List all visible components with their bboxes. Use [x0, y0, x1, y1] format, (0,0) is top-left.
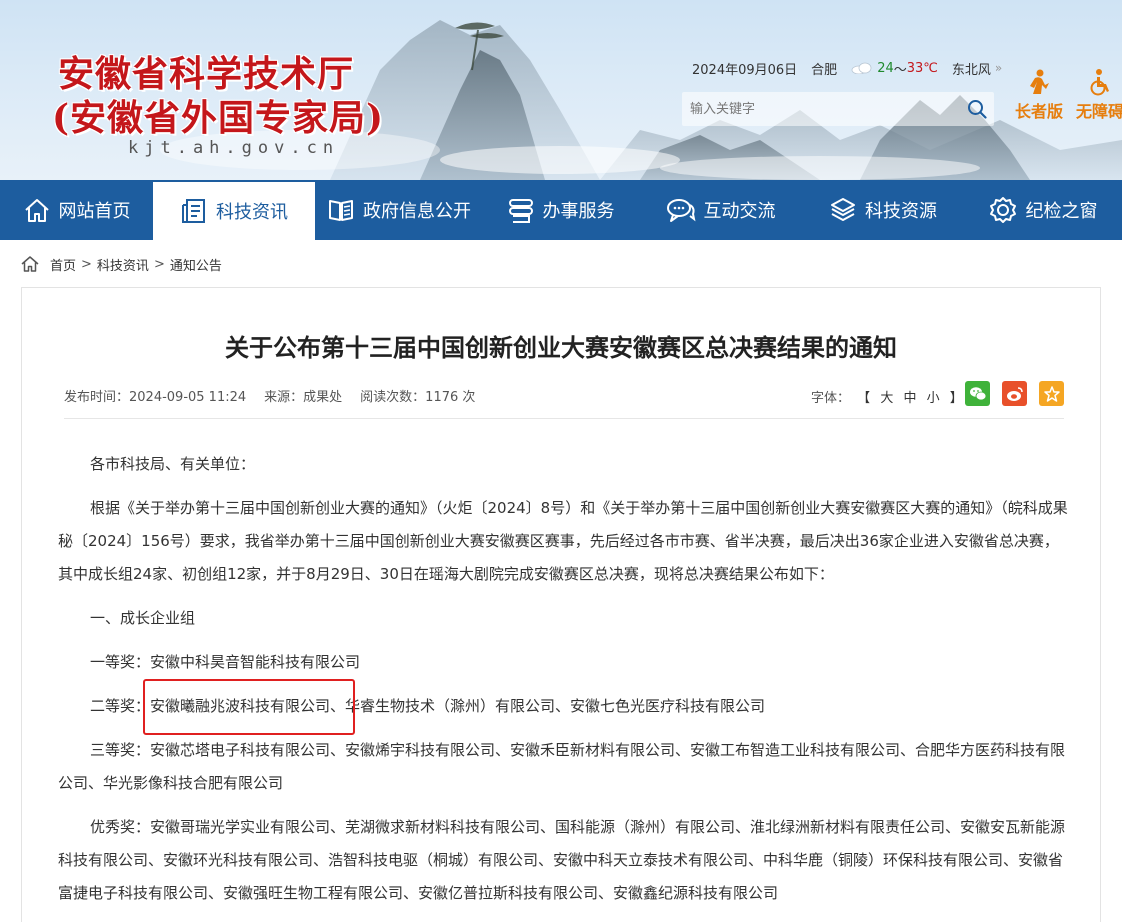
date-text: 2024年09月06日: [692, 62, 798, 78]
main-nav: 网站首页 科技资讯 政府信息公开 办事服务 互动交流 科技资源 纪检之窗: [0, 180, 1122, 240]
accessibility-label: 无障碍: [1076, 102, 1122, 121]
nav-item-services-label: 办事服务: [542, 201, 615, 222]
elder-mode-button[interactable]: 长者版: [1015, 68, 1063, 122]
highlight-annotation-box: [143, 679, 355, 735]
publish-time: 发布时间：2024-09-05 11:24: [64, 389, 247, 405]
nav-item-home-label: 网站首页: [58, 201, 131, 222]
wechat-icon: [969, 386, 986, 400]
meta-divider: [64, 418, 1064, 419]
paragraph-salutation: 各市科技局、有关单位：: [90, 455, 256, 473]
share-buttons: [953, 381, 1064, 406]
font-size-large[interactable]: 大: [880, 391, 893, 406]
font-bracket-open: 【: [857, 391, 871, 406]
nav-item-resources-label: 科技资源: [865, 201, 937, 222]
nav-item-interaction[interactable]: 互动交流: [638, 180, 803, 240]
temp-low: 24: [877, 60, 894, 76]
site-title[interactable]: 安徽省科学技术厅 (安徽省外国专家局): [52, 52, 384, 140]
article-source: 来源：成果处: [264, 389, 343, 405]
site-title-line2: (安徽省外国专家局): [52, 97, 385, 139]
article-title: 关于公布第十三届中国创新创业大赛安徽赛区总决赛结果的通知: [225, 334, 897, 362]
breadcrumb-tech-news-link[interactable]: 科技资讯: [97, 255, 149, 274]
site-title-line1: 安徽省科学技术厅: [58, 53, 355, 95]
nav-item-discipline-label: 纪检之窗: [1025, 201, 1098, 222]
first-prize-line: 一等奖：安徽中科昊音智能科技有限公司: [90, 653, 361, 671]
elder-mode-label: 长者版: [1015, 102, 1064, 121]
nav-item-home[interactable]: 网站首页: [0, 180, 153, 240]
third-prize-line: 三等奖：安徽芯塔电子科技有限公司、安徽烯宇科技有限公司、安徽禾臣新材料有限公司、…: [58, 741, 1066, 792]
article-card: 关于公布第十三届中国创新创业大赛安徽赛区总决赛结果的通知 发布时间：2024-0…: [21, 287, 1101, 922]
breadcrumb-separator: >: [81, 256, 92, 272]
excellence-prize-line: 优秀奖：安徽哥瑞光学实业有限公司、芜湖微求新材料科技有限公司、国科能源（滁州）有…: [58, 818, 1066, 902]
share-wechat-button[interactable]: [965, 381, 990, 406]
paragraph-intro: 根据《关于举办第十三届中国创新创业大赛的通知》（火炬〔2024〕8号）和《关于举…: [58, 499, 1068, 583]
chat-icon: [666, 199, 695, 222]
breadcrumb-separator: >: [153, 256, 165, 272]
breadcrumb-home-icon: [21, 256, 39, 272]
star-icon: [1043, 385, 1060, 402]
city-text: 合肥: [811, 62, 838, 78]
gear-icon: [989, 197, 1016, 223]
nav-item-gov-info-label: 政府信息公开: [363, 201, 471, 222]
search-box: [682, 92, 994, 126]
breadcrumb-home-link[interactable]: 首页: [50, 255, 76, 274]
elder-person-icon: [1030, 69, 1049, 94]
cube-icon: [831, 198, 855, 221]
book-icon: [329, 200, 353, 221]
nav-item-tech-news-label: 科技资讯: [216, 202, 288, 223]
nav-item-interaction-label: 互动交流: [703, 201, 776, 222]
service-icon: [508, 199, 533, 223]
accessibility-button[interactable]: 无障碍: [1076, 68, 1122, 122]
home-icon: [24, 199, 49, 222]
cloud-icon: [851, 62, 872, 74]
view-count: 阅读次数：1176 次: [360, 389, 476, 405]
article-meta: 发布时间：2024-09-05 11:24 来源：成果处 阅读次数：1176 次…: [64, 381, 1064, 406]
share-weibo-button[interactable]: [1002, 381, 1027, 406]
document-icon: [182, 199, 205, 223]
font-size-small[interactable]: 小: [927, 391, 940, 406]
header-banner: 安徽省科学技术厅 (安徽省外国专家局) kjt.ah.gov.cn 2024年0…: [0, 0, 1122, 180]
search-icon: [968, 100, 987, 119]
site-domain: kjt.ah.gov.cn: [128, 138, 340, 158]
nav-item-resources[interactable]: 科技资源: [803, 180, 963, 240]
weather-more-link[interactable]: »: [995, 61, 1002, 75]
nav-item-tech-news[interactable]: 科技资讯: [153, 180, 315, 240]
wind-text: 东北风: [951, 62, 991, 78]
wheelchair-icon: [1090, 69, 1109, 96]
temp-separator: ～: [893, 62, 907, 78]
search-button[interactable]: [960, 92, 994, 126]
breadcrumb: 首页 > 科技资讯 > 通知公告: [20, 254, 222, 274]
weather-bar: 2024年09月06日 合肥 24 ～ 33℃ 东北风 »: [692, 58, 1016, 78]
font-size-label: 字体：: [811, 391, 851, 406]
temp-high: 33℃: [906, 60, 938, 76]
nav-item-gov-info[interactable]: 政府信息公开: [315, 180, 483, 240]
font-size-switcher: 字体： 【 大 中 小 】: [811, 387, 966, 406]
font-size-medium[interactable]: 中: [903, 391, 916, 406]
search-input[interactable]: [682, 92, 960, 126]
section-heading-growth: 一、成长企业组: [90, 609, 196, 627]
weibo-icon: [1006, 386, 1023, 401]
favorite-button[interactable]: [1039, 381, 1064, 406]
breadcrumb-notices-link[interactable]: 通知公告: [170, 255, 222, 274]
nav-item-services[interactable]: 办事服务: [483, 180, 638, 240]
nav-item-discipline[interactable]: 纪检之窗: [963, 180, 1122, 240]
